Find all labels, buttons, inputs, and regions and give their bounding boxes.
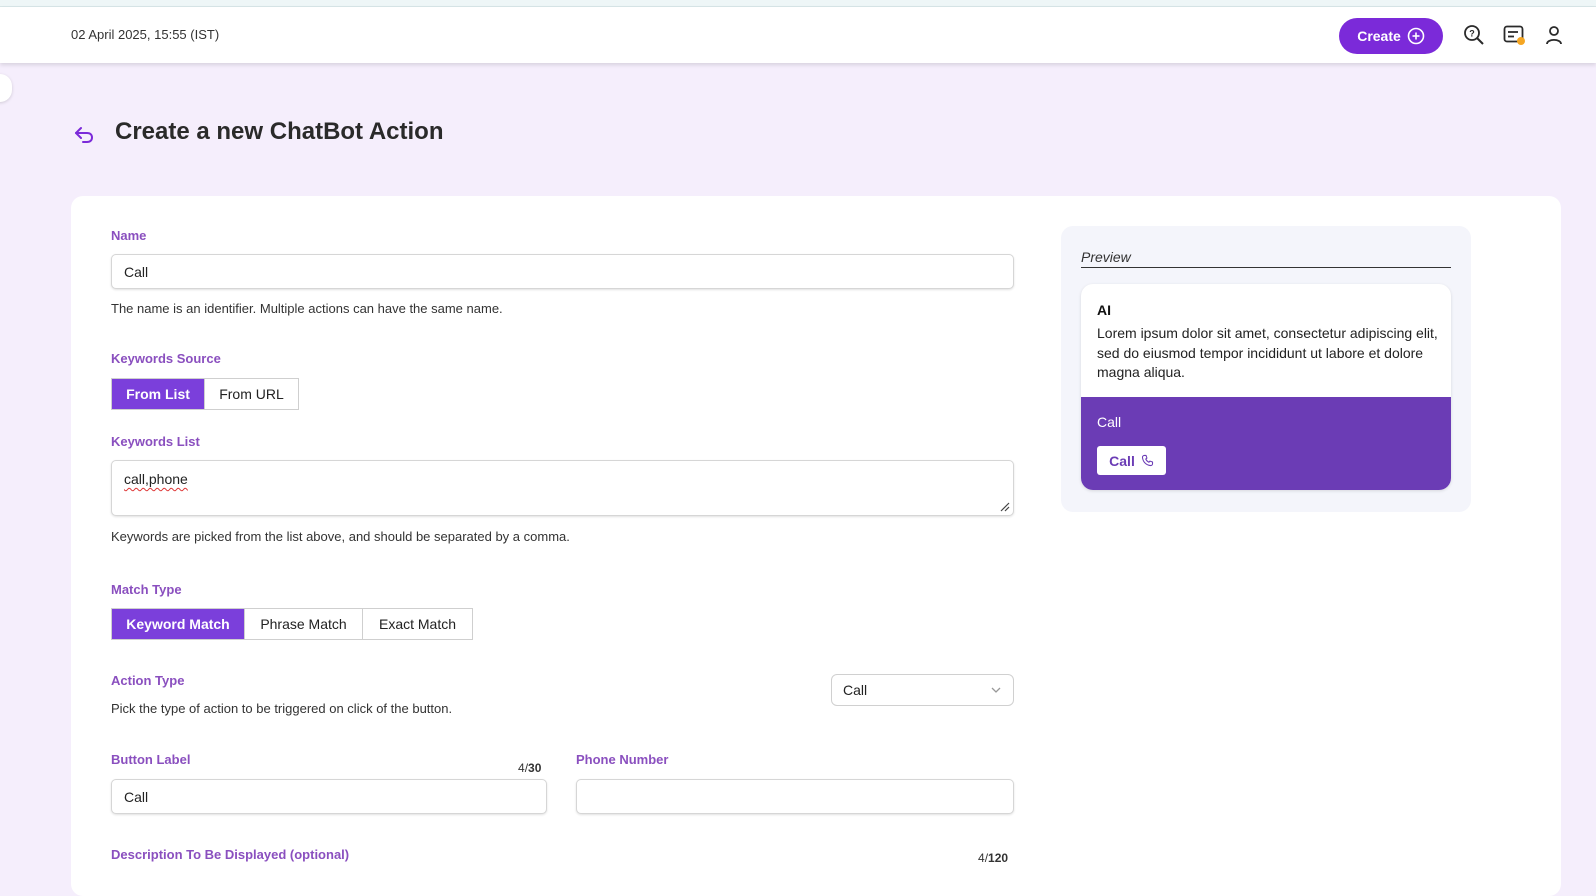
keywords-source-from-url[interactable]: From URL	[204, 379, 298, 409]
match-type-keyword[interactable]: Keyword Match	[112, 609, 244, 639]
name-label: Name	[111, 228, 147, 243]
create-button-label: Create	[1357, 28, 1401, 44]
keywords-source-toggle: From List From URL	[111, 378, 299, 410]
preview-title: Preview	[1081, 249, 1451, 268]
match-type-exact[interactable]: Exact Match	[362, 609, 472, 639]
preview-call-button-label: Call	[1109, 452, 1135, 469]
keywords-list-textarea[interactable]: call,phone	[111, 460, 1014, 516]
preview-call-button[interactable]: Call	[1097, 446, 1166, 475]
action-type-selected: Call	[843, 682, 868, 698]
keywords-list-help-text: Keywords are picked from the list above,…	[111, 529, 570, 544]
keywords-source-from-list[interactable]: From List	[112, 379, 204, 409]
preview-sender: AI	[1097, 302, 1111, 318]
back-arrow-icon[interactable]	[72, 122, 96, 146]
create-button[interactable]: Create	[1339, 18, 1443, 54]
button-label-label: Button Label	[111, 752, 191, 767]
chevron-down-icon	[991, 687, 1001, 693]
keywords-source-label: Keywords Source	[111, 351, 221, 366]
name-input-value: Call	[124, 263, 149, 280]
button-label-counter: 4/30	[518, 761, 542, 775]
button-label-input-value: Call	[124, 788, 149, 805]
phone-icon	[1141, 454, 1153, 467]
match-type-toggle: Keyword Match Phrase Match Exact Match	[111, 608, 473, 640]
resize-grip-icon[interactable]	[1000, 502, 1010, 512]
description-counter: 4/120	[978, 851, 1009, 865]
phone-number-input[interactable]	[576, 779, 1014, 814]
name-input[interactable]: Call	[111, 254, 1014, 289]
search-help-icon[interactable]: ?	[1462, 23, 1486, 47]
action-type-label: Action Type	[111, 673, 185, 688]
svg-text:?: ?	[1469, 29, 1475, 39]
plus-circle-icon	[1407, 27, 1425, 45]
preview-chat-card: AI Lorem ipsum dolor sit amet, consectet…	[1081, 284, 1451, 490]
top-accent-bar	[0, 0, 1596, 7]
button-label-input[interactable]: Call	[111, 779, 547, 814]
preview-message: Lorem ipsum dolor sit amet, consectetur …	[1097, 325, 1438, 380]
action-type-help-text: Pick the type of action to be triggered …	[111, 701, 453, 716]
action-type-select[interactable]: Call	[831, 674, 1014, 706]
phone-number-label: Phone Number	[576, 752, 669, 767]
preview-footer-label: Call	[1097, 414, 1122, 430]
preview-action-footer: Call Call	[1081, 397, 1451, 490]
name-help-text: The name is an identifier. Multiple acti…	[111, 301, 503, 316]
keywords-list-value: call,phone	[124, 471, 188, 487]
preview-panel: Preview AI Lorem ipsum dolor sit amet, c…	[1061, 226, 1471, 512]
page-title: Create a new ChatBot Action	[115, 118, 444, 145]
top-header: 02 April 2025, 15:55 (IST) Create ?	[0, 7, 1596, 63]
user-profile-icon[interactable]	[1542, 23, 1566, 47]
notifications-card-icon[interactable]	[1502, 23, 1526, 47]
match-type-phrase[interactable]: Phrase Match	[244, 609, 362, 639]
description-label: Description To Be Displayed (optional)	[111, 847, 350, 862]
keywords-list-label: Keywords List	[111, 434, 200, 449]
sidebar-toggle-handle[interactable]	[0, 74, 12, 102]
header-datetime: 02 April 2025, 15:55 (IST)	[71, 27, 220, 42]
match-type-label: Match Type	[111, 582, 182, 597]
